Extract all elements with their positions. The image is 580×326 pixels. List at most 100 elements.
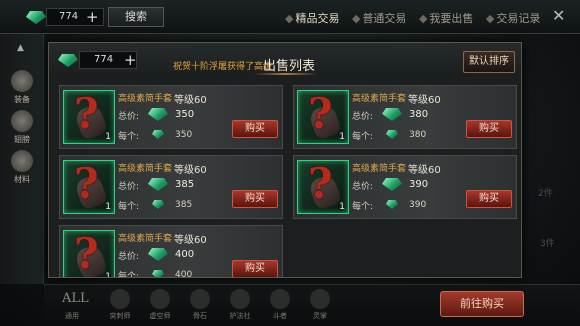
close-icon[interactable]: ✕ — [552, 6, 565, 25]
item-quantity: 1 — [339, 202, 345, 212]
item-quantity: 1 — [105, 132, 111, 142]
category-class[interactable]: 骨石 — [186, 289, 214, 321]
background-list-count: 2件 — [538, 189, 553, 199]
item-level: 等级60 — [408, 95, 441, 106]
item-quantity: 1 — [105, 272, 111, 278]
sidebar-item-label: 翅膀 — [14, 135, 30, 144]
category-label: 护法社 — [229, 312, 251, 320]
total-price: 385 — [175, 179, 195, 190]
all-icon: ALL — [62, 291, 89, 306]
sidebar-item-wings[interactable]: 翅膀 — [0, 110, 44, 145]
tab-label: 精品交易 — [295, 12, 340, 25]
diamond-bullet-icon: ◆ — [418, 12, 428, 25]
class-icon — [190, 289, 210, 309]
item-slot[interactable]: ? 1 — [63, 89, 115, 144]
buy-button[interactable]: 购买 — [232, 190, 278, 208]
total-price-label: 总价: — [118, 252, 140, 262]
total-price-label: 总价: — [118, 112, 140, 122]
material-bag-icon — [11, 150, 33, 172]
unit-price-label: 每个: — [118, 272, 140, 278]
category-class[interactable]: 虚空师 — [146, 289, 174, 321]
total-price-label: 总价: — [118, 182, 140, 192]
scroll-up-icon[interactable]: ▲ — [17, 43, 24, 53]
item-slot[interactable]: ? 1 — [297, 89, 349, 144]
tab-label: 普通交易 — [362, 12, 407, 25]
gem-price-icon — [148, 108, 168, 121]
add-currency-button[interactable]: + — [86, 8, 99, 26]
unidentified-mark-icon: ? — [74, 89, 99, 138]
tab-premium-trade[interactable]: ◆ 精品交易 — [285, 10, 339, 26]
announcement-marquee: 祝贺十阶浮屠获得了高级 — [173, 62, 273, 72]
item-name: 高级素简手套 — [118, 164, 173, 174]
class-icon — [150, 289, 170, 309]
unidentified-mark-icon: ? — [74, 229, 99, 278]
tab-label: 交易记录 — [496, 12, 541, 25]
category-label: 斗者 — [273, 312, 287, 320]
gem-currency-icon — [58, 54, 78, 67]
category-class[interactable]: 斗者 — [266, 289, 294, 321]
category-class[interactable]: 突刺师 — [106, 289, 134, 321]
item-level: 等级60 — [174, 165, 207, 176]
item-slot[interactable]: ? 1 — [63, 159, 115, 214]
goto-buy-button[interactable]: 前往购买 — [440, 291, 524, 317]
item-card: ? 1 高级素简手套 等级60 总价: 350 每个: 350 购买 — [59, 85, 283, 149]
sort-button[interactable]: 默认排序 — [463, 51, 515, 73]
item-card: ? 1 高级素简手套 等级60 总价: 380 每个: 380 购买 — [293, 85, 517, 149]
unit-price: 385 — [175, 200, 193, 210]
buy-button[interactable]: 购买 — [466, 120, 512, 138]
total-price: 380 — [409, 109, 429, 120]
gem-price-icon — [386, 130, 398, 139]
sidebar-item-label: 材料 — [14, 175, 30, 184]
armor-icon — [11, 70, 33, 92]
buy-button[interactable]: 购买 — [232, 120, 278, 138]
tab-normal-trade[interactable]: ◆ 普通交易 — [352, 10, 406, 26]
category-class[interactable]: 灵掌 — [306, 289, 334, 321]
category-all[interactable]: ALL 通用 — [58, 289, 89, 321]
class-icon — [270, 289, 290, 309]
category-label: 虚空师 — [149, 312, 171, 320]
category-class[interactable]: 护法社 — [226, 289, 254, 321]
buy-button[interactable]: 购买 — [466, 190, 512, 208]
sidebar-item-label: 装备 — [14, 95, 30, 104]
class-icon — [110, 289, 130, 309]
category-label: 通用 — [65, 312, 79, 320]
wings-icon — [11, 110, 33, 132]
total-price: 400 — [175, 249, 195, 260]
title-underline — [254, 73, 318, 75]
diamond-bullet-icon: ◆ — [351, 12, 361, 25]
sidebar-item-materials[interactable]: 材料 — [0, 150, 44, 185]
item-name: 高级素简手套 — [118, 234, 173, 244]
item-card: ? 1 高级素简手套 等级60 总价: 400 每个: 400 购买 — [59, 225, 283, 278]
unidentified-mark-icon: ? — [74, 159, 99, 208]
sidebar-item-equipment[interactable]: 装备 — [0, 70, 44, 105]
item-quantity: 1 — [105, 202, 111, 212]
diamond-bullet-icon: ◆ — [285, 12, 294, 25]
total-price-label: 总价: — [352, 182, 374, 192]
unit-price-label: 每个: — [118, 132, 140, 142]
category-label: 骨石 — [193, 312, 207, 320]
add-currency-button[interactable]: + — [124, 51, 137, 69]
item-card: ? 1 高级素简手套 等级60 总价: 390 每个: 390 购买 — [293, 155, 517, 219]
item-level: 等级60 — [174, 235, 207, 246]
total-price-label: 总价: — [352, 112, 374, 122]
unit-price: 380 — [409, 130, 427, 140]
search-button[interactable]: 搜索 — [108, 7, 164, 27]
item-level: 等级60 — [174, 95, 207, 106]
item-slot[interactable]: ? 1 — [297, 159, 349, 214]
tab-trade-records[interactable]: ◆ 交易记录 — [486, 10, 540, 26]
gem-price-icon — [148, 248, 168, 261]
dialog-title: 出售列表 — [263, 59, 316, 74]
background-list-count: 3件 — [540, 239, 555, 249]
class-icon — [310, 289, 330, 309]
item-slot[interactable]: ? 1 — [63, 229, 115, 278]
diamond-bullet-icon: ◆ — [485, 12, 495, 25]
bottom-bar: ALL 通用 突刺师 虚空师 骨石 护法社 斗者 灵掌 前往购买 — [44, 284, 580, 326]
total-price: 350 — [175, 109, 195, 120]
total-price: 390 — [409, 179, 429, 190]
dialog-header: 774 + 祝贺十阶浮屠获得了高级 出售列表 默认排序 — [49, 43, 521, 77]
category-sidebar: ▲ 装备 翅膀 材料 — [0, 34, 44, 284]
buy-button[interactable]: 购买 — [232, 260, 278, 277]
top-bar: 774 + 搜索 ◆ 精品交易 ◆ 普通交易 ◆ 我要出售 ◆ 交易记录 ✕ — [0, 0, 580, 34]
unit-price: 350 — [175, 130, 193, 140]
tab-sell[interactable]: ◆ 我要出售 — [419, 10, 473, 26]
